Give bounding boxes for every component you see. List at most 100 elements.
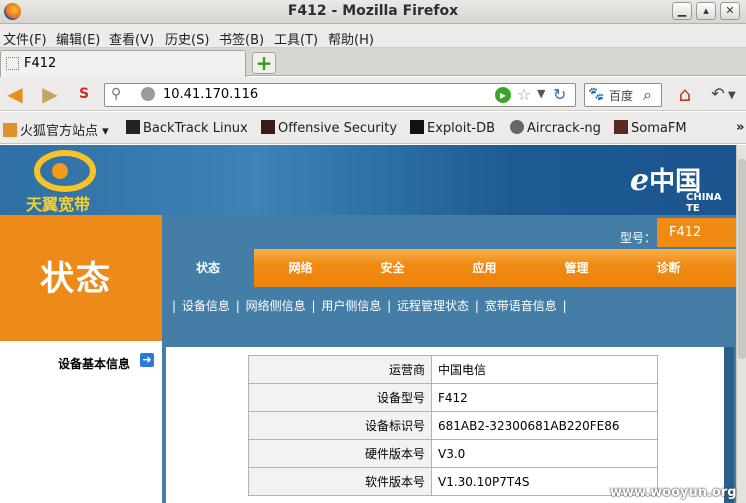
page-icon (6, 57, 19, 70)
bookmark-exploit-db[interactable]: Exploit-DB (410, 120, 495, 136)
bookmark-label: Offensive Security (278, 121, 398, 136)
arrow-right-icon: ➜ (140, 353, 154, 367)
tab-application[interactable]: 应用 (438, 249, 531, 287)
row-label: 硬件版本号 (248, 439, 432, 468)
menu-tools[interactable]: 工具(T) (274, 29, 318, 48)
bookmark-backtrack[interactable]: BackTrack Linux (126, 120, 248, 136)
subnav-separator: | (235, 299, 240, 313)
sidebar-item-device-basic-info[interactable]: 设备基本信息 (58, 355, 130, 372)
subnav-separator: | (562, 299, 567, 313)
reload-icon[interactable]: ↻ (553, 85, 566, 104)
subnav-device-info[interactable]: 设备信息 (182, 299, 230, 313)
table-row: 运营商 中国电信 (248, 355, 658, 384)
row-label: 软件版本号 (248, 467, 432, 496)
section-header: 状态 (0, 215, 162, 341)
bookmarks-toolbar: 火狐官方站点 ▾ BackTrack Linux Offensive Secur… (0, 112, 746, 144)
menu-bookmarks[interactable]: 书签(B) (219, 29, 264, 48)
bookmark-firefox-folder[interactable]: 火狐官方站点 ▾ (3, 120, 109, 139)
subnav-separator: | (474, 299, 479, 313)
offsec-icon (261, 120, 275, 134)
star-icon[interactable]: ☆ (517, 85, 531, 104)
addon-icon[interactable]: S (72, 83, 96, 105)
search-bar[interactable]: 🐾 百度 ⌕ (584, 83, 662, 107)
menu-history[interactable]: 历史(S) (165, 29, 209, 48)
row-label: 设备标识号 (248, 411, 432, 440)
home-icon[interactable]: ⌂ (673, 83, 697, 105)
minimize-button[interactable]: ▁ (672, 2, 692, 20)
menu-edit[interactable]: 编辑(E) (56, 29, 100, 48)
model-value: F412 (669, 225, 702, 240)
toolbar-dropdown-icon[interactable]: ▼ (728, 90, 736, 101)
model-label: 型号： (620, 231, 657, 245)
content-panel: 运营商 中国电信 设备型号 F412 设备标识号 681AB2-32300681AB2… (162, 341, 736, 503)
menu-file[interactable]: 文件(F) (3, 29, 47, 48)
close-button[interactable]: ✕ (720, 2, 740, 20)
url-text[interactable]: 10.41.170.116 (163, 87, 258, 102)
device-info-table: 运营商 中国电信 设备型号 F412 设备标识号 681AB2-32300681AB2… (248, 355, 658, 496)
table-row: 设备标识号 681AB2-32300681AB220FE86 (248, 411, 658, 440)
dropdown-icon[interactable]: ▼ (537, 87, 545, 100)
new-tab-button[interactable]: + (252, 52, 276, 74)
browser-tab[interactable]: F412 (0, 50, 246, 77)
bookmarks-overflow-button[interactable]: » (736, 120, 744, 135)
tab-management[interactable]: 管理 (530, 249, 623, 287)
menubar: 文件(F) 编辑(E) 查看(V) 历史(S) 书签(B) 工具(T) 帮助(H… (0, 24, 746, 48)
subnav-separator: | (311, 299, 316, 313)
row-label: 运营商 (248, 355, 432, 384)
forward-icon[interactable]: ▶ (38, 83, 62, 105)
main-tabs: 状态 网络 安全 应用 管理 诊断 (162, 249, 736, 287)
watermark: www.wooyun.org (610, 485, 737, 500)
table-row: 硬件版本号 V3.0 (248, 439, 658, 468)
sub-navigation: | 设备信息 | 网络侧信息 | 用户侧信息 | 远程管理状态 | 宽带语音信息… (172, 297, 569, 314)
tab-network[interactable]: 网络 (254, 249, 347, 287)
bookmark-label: Exploit-DB (427, 121, 496, 136)
somafm-icon (614, 120, 628, 134)
go-icon[interactable]: ▸ (495, 87, 511, 103)
bookmark-aircrack[interactable]: Aircrack-ng (510, 120, 601, 136)
bookmark-label: 火狐官方站点 ▾ (20, 124, 109, 139)
router-header: 天翼宽带 ℯ中国 CHINA TE (0, 145, 736, 215)
identity-icon[interactable]: ⚲ (111, 86, 121, 102)
page-scrollbar[interactable] (736, 145, 746, 503)
search-engine-icon[interactable]: 🐾 (588, 87, 604, 102)
exploitdb-icon (410, 120, 424, 134)
bookmark-label: SomaFM (631, 121, 687, 136)
history-undo-icon[interactable]: ↶ (706, 83, 730, 105)
row-label: 设备型号 (248, 383, 432, 412)
menu-help[interactable]: 帮助(H) (328, 29, 374, 48)
operator-logo-subtext: CHINA TE (686, 192, 722, 214)
bookmark-label: BackTrack Linux (143, 121, 248, 136)
row-value: 中国电信 (431, 355, 658, 384)
window-title: F412 - Mozilla Firefox (287, 3, 459, 19)
section-title: 状态 (40, 259, 112, 299)
subnav-remote-management[interactable]: 远程管理状态 (397, 299, 469, 313)
brand-name: 天翼宽带 (26, 195, 91, 214)
bookmark-offensive-security[interactable]: Offensive Security (261, 120, 397, 136)
search-icon[interactable]: ⌕ (643, 85, 652, 105)
scrollbar-thumb[interactable] (738, 159, 746, 359)
url-bar[interactable]: ⚲ 10.41.170.116 ▸ ☆ ▼ ↻ (104, 83, 576, 107)
row-value: 681AB2-32300681AB220FE86 (431, 411, 658, 440)
table-row: 设备型号 F412 (248, 383, 658, 412)
tab-diagnosis[interactable]: 诊断 (622, 249, 715, 287)
nav-panel: 型号： F412 状态 网络 安全 应用 管理 诊断 | 设备信息 | 网络侧信… (162, 215, 736, 341)
subnav-user-info[interactable]: 用户侧信息 (321, 299, 381, 313)
tab-status[interactable]: 状态 (162, 249, 254, 287)
bookmark-somafm[interactable]: SomaFM (614, 120, 687, 136)
search-engine-name: 百度 (609, 89, 634, 103)
tab-title: F412 (24, 56, 57, 71)
subnav-separator: | (387, 299, 392, 313)
menu-view[interactable]: 查看(V) (109, 29, 154, 48)
back-icon[interactable]: ◀ (3, 83, 27, 105)
folder-icon (3, 123, 17, 137)
tab-security[interactable]: 安全 (346, 249, 439, 287)
subnav-network-info[interactable]: 网络侧信息 (246, 299, 306, 313)
subnav-voice-info[interactable]: 宽带语音信息 (485, 299, 557, 313)
maximize-button[interactable]: ▴ (696, 2, 716, 20)
row-value: F412 (431, 383, 658, 412)
model-badge: F412 (657, 218, 736, 247)
table-row: 软件版本号 V1.30.10P7T4S (248, 467, 658, 496)
bookmark-label: Aircrack-ng (527, 121, 601, 136)
content-right-border (724, 347, 734, 503)
subnav-separator: | (172, 299, 177, 313)
